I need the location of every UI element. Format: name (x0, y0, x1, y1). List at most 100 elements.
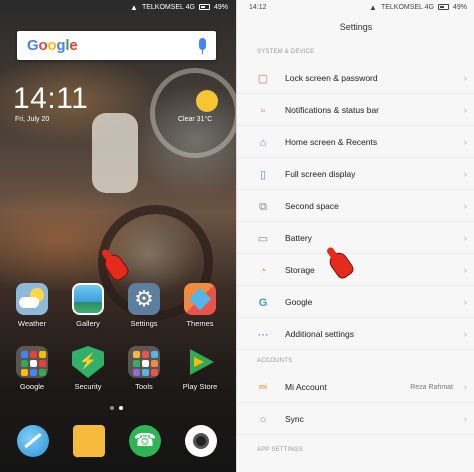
mi-icon: mi (258, 384, 268, 391)
app-label: Settings (130, 319, 158, 328)
settings-gear-icon (128, 283, 160, 315)
app-label: Security (74, 382, 102, 391)
home-screen: ▲ TELKOMSEL 4G 49% Google 14:11 Fri, Jul… (0, 0, 236, 472)
play-store-icon (184, 346, 216, 378)
second-space-icon: ⧉ (259, 201, 267, 213)
app-tools-folder[interactable]: Tools (119, 346, 169, 391)
carrier-label: TELKOMSEL 4G (141, 3, 195, 11)
weather-icon (16, 283, 48, 315)
settings-item-label: Google (285, 297, 313, 307)
carrier-label: TELKOMSEL 4G (380, 3, 434, 11)
page-title: Settings (339, 22, 373, 32)
app-label: Weather (17, 319, 47, 328)
weather-sun-icon[interactable] (196, 90, 218, 112)
app-label: Themes (186, 319, 214, 328)
settings-item-label: Home screen & Recents (285, 137, 378, 147)
settings-item-full-screen[interactable]: ▯ Full screen display › (237, 159, 474, 190)
chevron-right-icon: › (463, 413, 467, 425)
wallpaper-knob (92, 113, 138, 193)
battery-status-icon (437, 4, 449, 10)
app-label: Tools (135, 382, 153, 391)
app-label: Google (19, 382, 45, 391)
home-icon: ⌂ (259, 137, 267, 149)
settings-item-google[interactable]: G Google › (237, 287, 474, 318)
themes-icon (184, 283, 216, 315)
chevron-right-icon: › (463, 381, 467, 393)
settings-item-label: Battery (285, 233, 312, 243)
microphone-icon[interactable] (199, 38, 206, 54)
section-header-app-settings: APP SETTINGS (257, 447, 303, 453)
chevron-right-icon: › (463, 168, 467, 180)
wallpaper-gauge (150, 68, 236, 158)
camera-icon[interactable] (185, 425, 217, 457)
settings-item-label: Lock screen & password (285, 73, 378, 83)
app-weather[interactable]: Weather (7, 283, 57, 328)
wifi-icon: ▲ (369, 2, 377, 12)
battery-icon: ▭ (257, 233, 269, 245)
settings-item-label: Mi Account (285, 382, 327, 392)
chevron-right-icon: › (463, 264, 467, 276)
settings-item-label: Additional settings (285, 329, 354, 339)
settings-item-notifications[interactable]: ▫ Notifications & status bar › (237, 95, 474, 126)
chevron-right-icon: › (463, 296, 467, 308)
battery-label: 49% (213, 3, 228, 11)
settings-item-mi-account[interactable]: mi Mi Account Reza Rahmat › (237, 372, 474, 403)
google-search-bar[interactable]: Google (17, 31, 216, 60)
chevron-right-icon: › (463, 232, 467, 244)
battery-label: 49% (452, 3, 467, 11)
wifi-icon: ▲ (130, 2, 138, 12)
sync-icon: ○ (259, 414, 267, 426)
chevron-right-icon: › (463, 72, 467, 84)
page-indicator (110, 406, 123, 410)
settings-screen: 14:12 ▲ TELKOMSEL 4G 49% Settings SYSTEM… (236, 0, 474, 472)
clock-time[interactable]: 14:11 (13, 82, 88, 116)
chevron-right-icon: › (463, 136, 467, 148)
settings-item-label: Storage (285, 265, 315, 275)
settings-item-lock-screen[interactable]: ▢ Lock screen & password › (237, 63, 474, 94)
settings-item-home-screen[interactable]: ⌂ Home screen & Recents › (237, 127, 474, 158)
chevron-right-icon: › (463, 104, 467, 116)
clock-date: Fri, July 20 (15, 116, 50, 123)
app-play-store[interactable]: Play Store (175, 346, 225, 391)
gallery-icon (72, 283, 104, 315)
google-folder-icon (16, 346, 48, 378)
google-logo: Google (27, 37, 78, 54)
settings-item-additional[interactable]: ⋯ Additional settings › (237, 319, 474, 350)
tools-folder-icon (128, 346, 160, 378)
app-security[interactable]: Security (63, 346, 113, 391)
chevron-right-icon: › (463, 328, 467, 340)
app-themes[interactable]: Themes (175, 283, 225, 328)
account-name-value: Reza Rahmat (410, 383, 453, 391)
section-header-accounts: ACCOUNTS (257, 358, 293, 364)
security-shield-icon (72, 346, 104, 378)
phone-icon[interactable] (129, 425, 161, 457)
settings-item-label: Second space (285, 201, 339, 211)
settings-item-second-space[interactable]: ⧉ Second space › (237, 191, 474, 222)
app-label: Play Store (182, 382, 218, 391)
status-bar: 14:12 ▲ TELKOMSEL 4G 49% (237, 0, 474, 14)
battery-status-icon (198, 4, 210, 10)
settings-item-sync[interactable]: ○ Sync › (237, 404, 474, 435)
status-time: 14:12 (249, 3, 267, 11)
storage-icon: ◔ (259, 265, 267, 277)
lock-icon: ▢ (257, 73, 269, 85)
messages-icon[interactable] (73, 425, 105, 458)
section-header-system-device: SYSTEM & DEVICE (257, 49, 315, 55)
app-label: Gallery (76, 319, 100, 328)
app-google-folder[interactable]: Google (7, 346, 57, 391)
settings-item-label: Sync (285, 414, 304, 424)
phone-screen-icon: ▯ (259, 169, 267, 181)
settings-item-label: Notifications & status bar (285, 105, 380, 115)
app-gallery[interactable]: Gallery (63, 283, 113, 328)
more-dots-icon: ⋯ (257, 329, 269, 341)
app-settings[interactable]: Settings (119, 283, 169, 328)
settings-item-storage[interactable]: ◔ Storage › (237, 255, 474, 286)
weather-widget-text: Clear 31°C (178, 116, 213, 123)
page-dot (110, 406, 114, 410)
settings-item-battery[interactable]: ▭ Battery › (237, 223, 474, 254)
page-dot-active (119, 406, 123, 410)
browser-icon[interactable] (17, 425, 49, 457)
notification-icon: ▫ (261, 105, 265, 117)
status-bar: ▲ TELKOMSEL 4G 49% (0, 0, 236, 14)
settings-item-label: Full screen display (285, 169, 356, 179)
